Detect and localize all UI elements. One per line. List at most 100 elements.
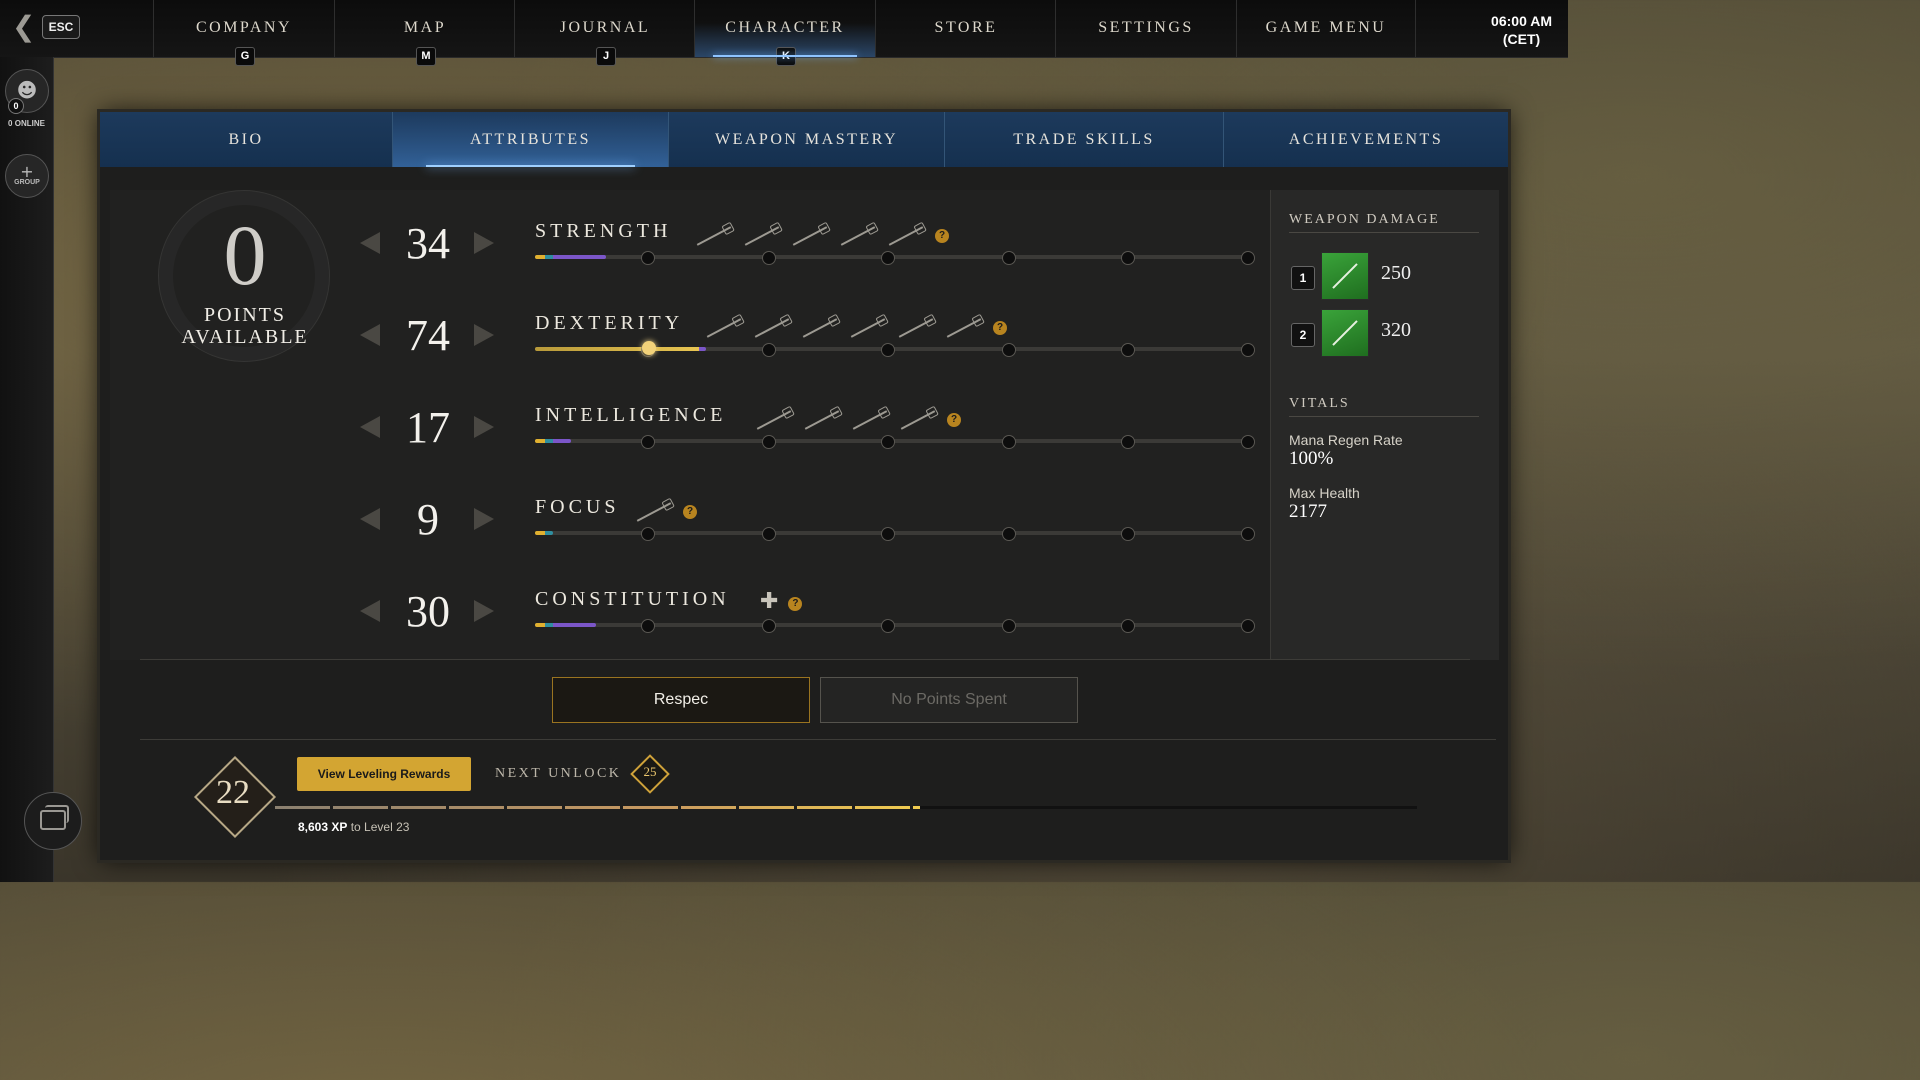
focus-progress-track bbox=[535, 527, 1255, 541]
constitution-progress-fill bbox=[535, 623, 596, 627]
strength-progress-track bbox=[535, 251, 1255, 265]
tab-journal[interactable]: JOURNAL J bbox=[514, 0, 695, 66]
increase-intelligence-arrow-icon[interactable] bbox=[474, 416, 494, 438]
constitution-icons: ✚ ? bbox=[760, 589, 803, 616]
increase-focus-arrow-icon[interactable] bbox=[474, 508, 494, 530]
milestone-node-icon bbox=[881, 527, 896, 541]
tab-map[interactable]: MAP M bbox=[334, 0, 515, 66]
weapon-slot-2-damage: 320 bbox=[1381, 319, 1411, 341]
increase-dexterity-arrow-icon[interactable] bbox=[474, 324, 494, 346]
tab-store[interactable]: STORE bbox=[875, 0, 1056, 57]
milestone-node-icon bbox=[761, 619, 776, 633]
back-arrow-icon[interactable]: ❮ bbox=[12, 12, 36, 42]
divider bbox=[140, 739, 1496, 740]
attribute-row-focus: 9 FOCUS ? bbox=[110, 474, 1270, 566]
fire-staff-icon bbox=[756, 410, 792, 430]
tab-game-menu[interactable]: GAME MENU bbox=[1236, 0, 1416, 57]
milestone-node-icon bbox=[1121, 527, 1136, 541]
intelligence-weapons: ? bbox=[755, 408, 961, 432]
intelligence-progress-fill bbox=[535, 439, 571, 443]
milestone-node-icon bbox=[881, 343, 896, 357]
milestone-node-icon bbox=[1241, 435, 1255, 449]
decrease-intelligence-arrow-icon[interactable] bbox=[360, 416, 380, 438]
help-icon[interactable]: ? bbox=[935, 229, 949, 243]
xp-to-next-level: 8,603 XP to Level 23 bbox=[298, 820, 409, 834]
character-subtabs: BIO ATTRIBUTES WEAPON MASTERY TRADE SKIL… bbox=[100, 112, 1508, 167]
decrease-strength-arrow-icon[interactable] bbox=[360, 232, 380, 254]
xp-progress-fill bbox=[275, 806, 921, 809]
subtab-bio[interactable]: BIO bbox=[100, 112, 393, 167]
xp-suffix: to Level 23 bbox=[347, 820, 410, 834]
milestone-node-icon bbox=[1121, 619, 1136, 633]
tab-map-key: M bbox=[416, 47, 436, 66]
online-count-badge: 0 bbox=[8, 98, 24, 114]
subtab-trade-skills[interactable]: TRADE SKILLS bbox=[945, 112, 1224, 167]
online-label: 0 ONLINE bbox=[8, 119, 45, 128]
esc-key-hint[interactable]: ESC bbox=[42, 15, 80, 39]
milestone-node-icon bbox=[1001, 619, 1016, 633]
bow-icon bbox=[1321, 252, 1369, 300]
focus-progress-fill bbox=[535, 531, 553, 535]
constitution-progress-track bbox=[535, 619, 1255, 633]
dexterity-slider-thumb[interactable] bbox=[641, 341, 656, 355]
great-axe-icon bbox=[840, 226, 876, 246]
clock-zone: (CET) bbox=[1502, 31, 1541, 47]
subtab-attributes[interactable]: ATTRIBUTES bbox=[393, 112, 669, 167]
health-plus-icon: ✚ bbox=[760, 589, 779, 614]
milestone-node-icon bbox=[761, 251, 776, 265]
tab-settings[interactable]: SETTINGS bbox=[1055, 0, 1236, 57]
milestone-node-icon bbox=[1001, 343, 1016, 357]
strength-label: STRENGTH bbox=[535, 220, 672, 242]
milestone-node-icon bbox=[881, 251, 896, 265]
milestone-node-icon bbox=[881, 619, 896, 633]
no-points-spent-button[interactable]: No Points Spent bbox=[820, 677, 1078, 723]
next-unlock-level: 25 bbox=[643, 764, 657, 779]
tab-character[interactable]: CHARACTER K bbox=[694, 0, 875, 66]
tab-character-key: K bbox=[776, 47, 796, 66]
subtab-weapon-mastery[interactable]: WEAPON MASTERY bbox=[669, 112, 945, 167]
tab-character-label: CHARACTER bbox=[725, 19, 845, 36]
attribute-row-constitution: 30 CONSTITUTION ✚ ? bbox=[110, 566, 1270, 658]
constitution-label: CONSTITUTION bbox=[535, 588, 730, 610]
subtab-achievements[interactable]: ACHIEVEMENTS bbox=[1224, 112, 1508, 167]
decrease-focus-arrow-icon[interactable] bbox=[360, 508, 380, 530]
void-gauntlet-icon bbox=[804, 410, 840, 430]
create-group-button[interactable]: + GROUP bbox=[5, 154, 49, 198]
hatchet-icon bbox=[898, 318, 934, 338]
focus-weapons: ? bbox=[635, 500, 697, 524]
milestone-node-icon bbox=[1001, 527, 1016, 541]
help-icon[interactable]: ? bbox=[788, 597, 803, 611]
milestone-node-icon bbox=[761, 343, 776, 357]
divider bbox=[1289, 416, 1479, 417]
increase-constitution-arrow-icon[interactable] bbox=[474, 600, 494, 622]
dexterity-progress-track bbox=[535, 341, 1255, 357]
decrease-dexterity-arrow-icon[interactable] bbox=[360, 324, 380, 346]
milestone-node-icon bbox=[641, 527, 656, 541]
view-leveling-rewards-button[interactable]: View Leveling Rewards bbox=[297, 757, 471, 791]
help-icon[interactable]: ? bbox=[683, 505, 697, 519]
milestone-node-icon bbox=[641, 435, 656, 449]
subtab-attributes-label: ATTRIBUTES bbox=[470, 131, 591, 148]
clock-time: 06:00 AM bbox=[1491, 13, 1552, 29]
dexterity-value: 74 bbox=[406, 311, 450, 360]
strength-progress-fill bbox=[535, 255, 607, 259]
chat-icon[interactable] bbox=[24, 792, 82, 850]
top-navigation-bar: ❮ ESC COMPANY G MAP M JOURNAL J CHARACTE… bbox=[0, 0, 1568, 66]
tab-company[interactable]: COMPANY G bbox=[153, 0, 334, 66]
tab-map-label: MAP bbox=[403, 19, 447, 36]
milestone-node-icon bbox=[881, 435, 896, 449]
musket-icon bbox=[754, 318, 790, 338]
help-icon[interactable]: ? bbox=[947, 413, 961, 427]
increase-strength-arrow-icon[interactable] bbox=[474, 232, 494, 254]
respec-button[interactable]: Respec bbox=[552, 677, 810, 723]
intelligence-progress-track bbox=[535, 435, 1255, 449]
milestone-node-icon bbox=[1241, 343, 1255, 357]
milestone-node-icon bbox=[1001, 435, 1016, 449]
help-icon[interactable]: ? bbox=[993, 321, 1007, 335]
subtab-bio-label: BIO bbox=[228, 131, 264, 148]
group-label: GROUP bbox=[14, 179, 40, 186]
decrease-constitution-arrow-icon[interactable] bbox=[360, 600, 380, 622]
friends-button[interactable]: ☻ 0 bbox=[5, 69, 49, 114]
rapier-icon bbox=[802, 318, 838, 338]
tab-game-menu-label: GAME MENU bbox=[1265, 19, 1387, 36]
